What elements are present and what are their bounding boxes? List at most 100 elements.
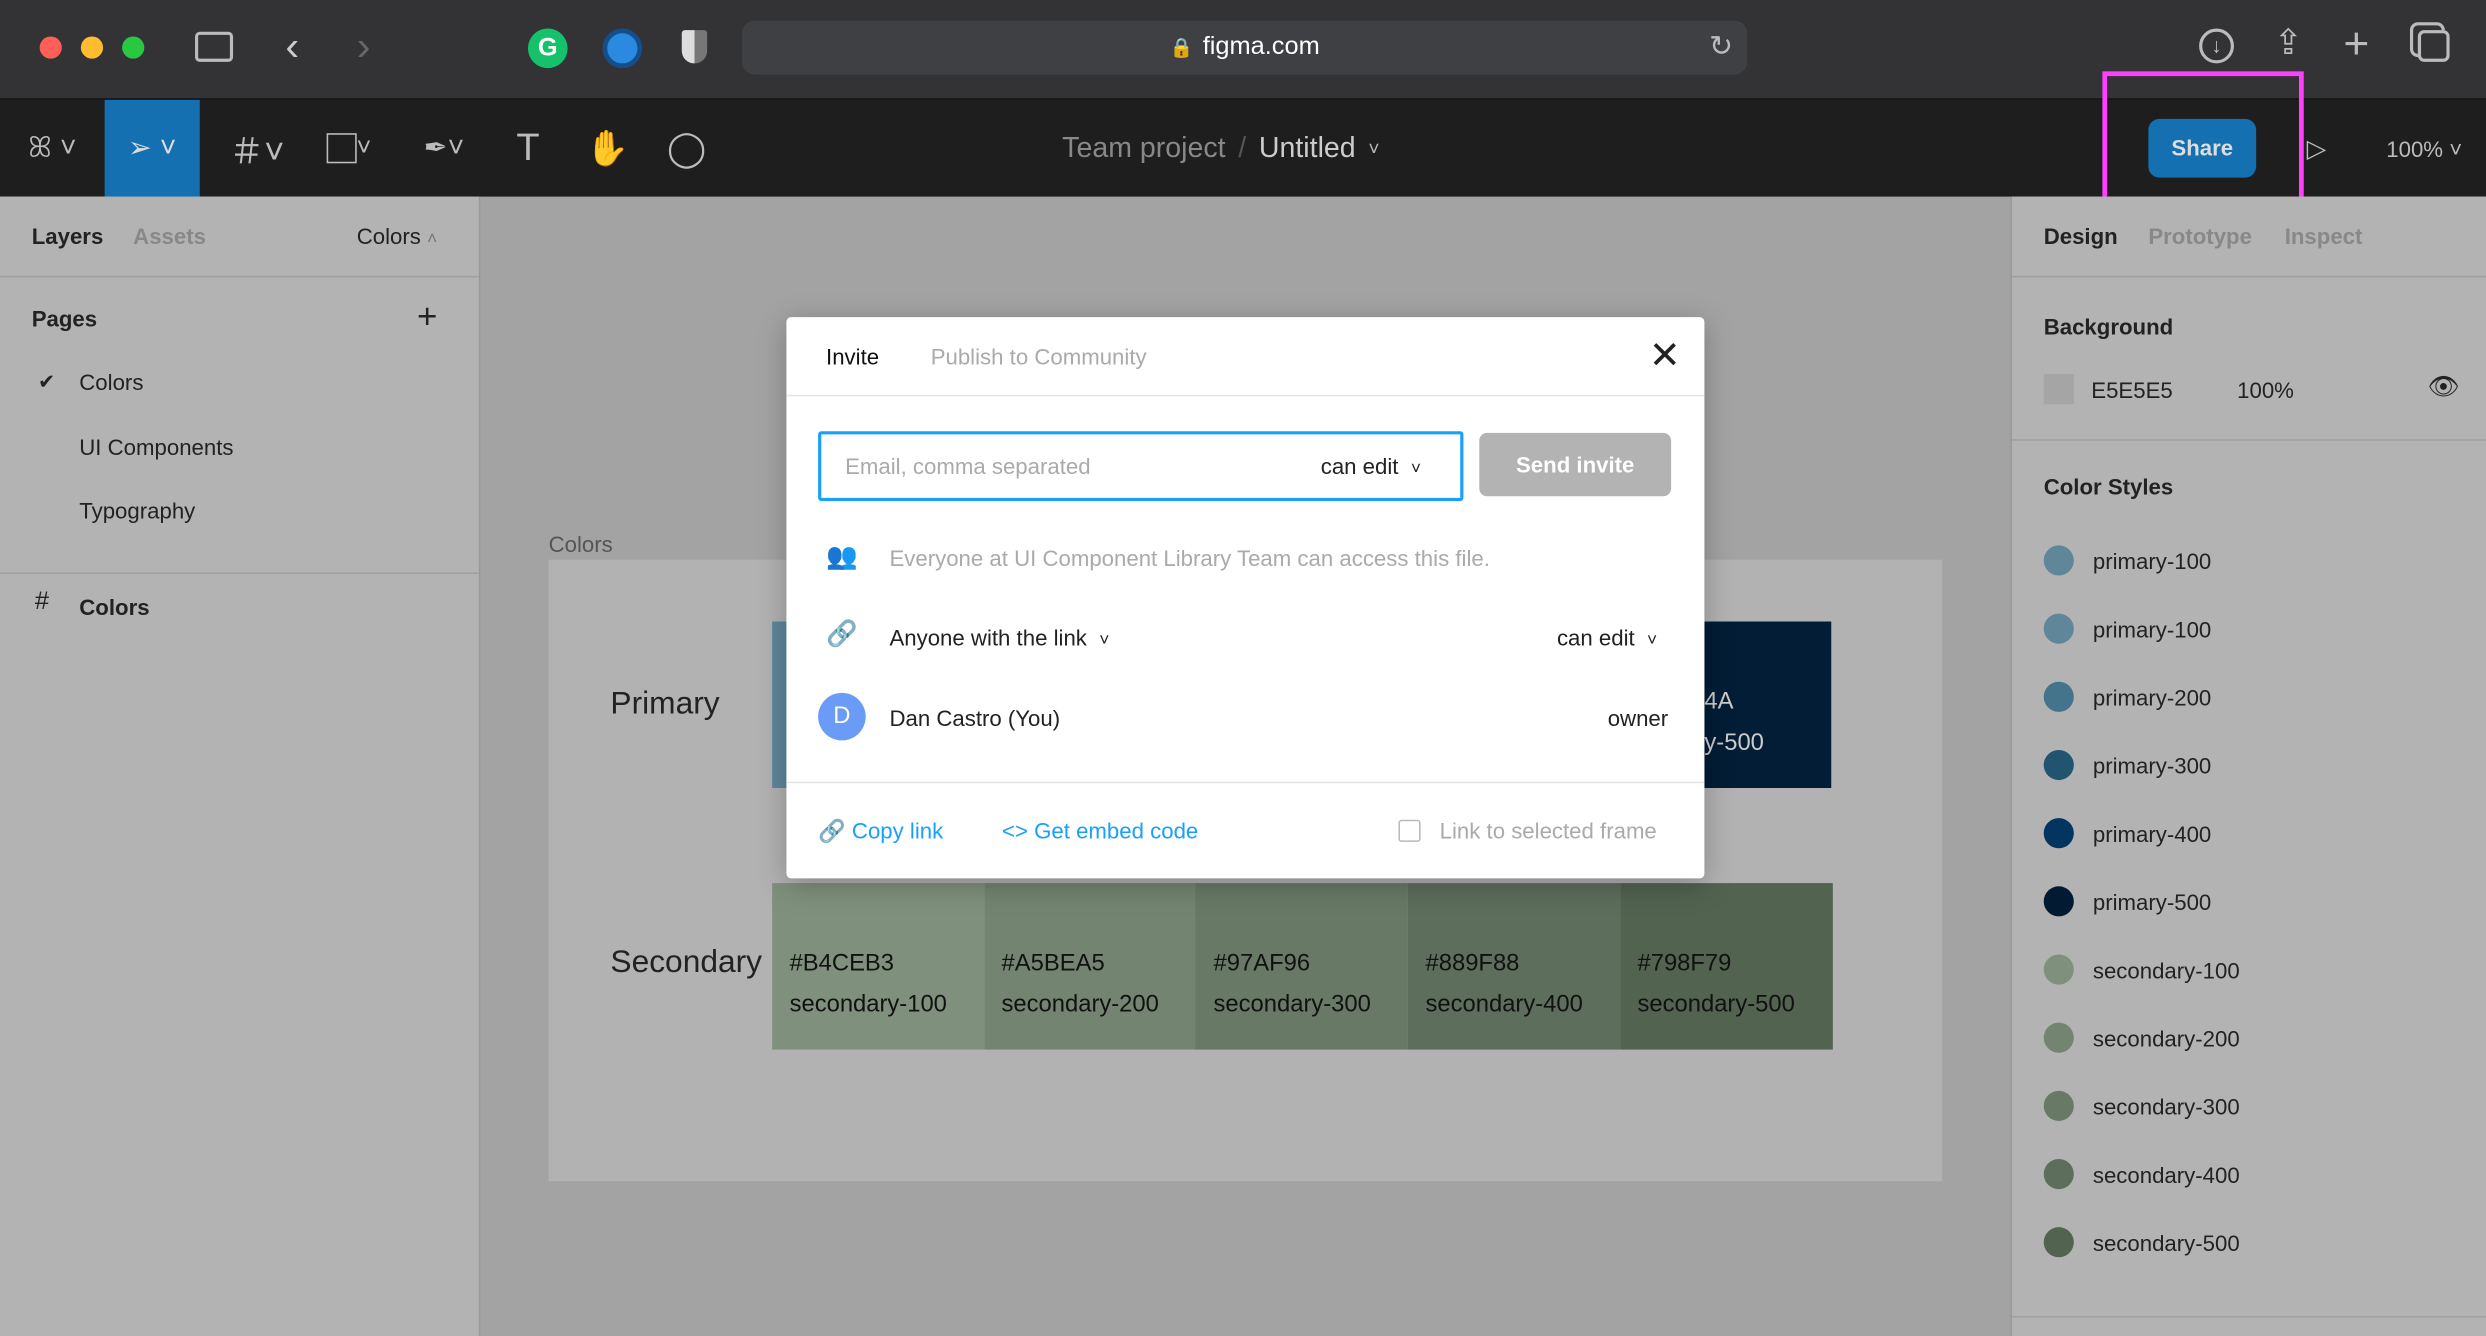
color-style-item[interactable]: secondary-400 [2043,1159,2240,1190]
reload-icon[interactable]: ↻ [1709,30,1733,63]
color-swatch[interactable]: #A5BEA5 secondary-200 [984,883,1197,1050]
project-name[interactable]: Team project [1062,132,1225,165]
page-item-typography[interactable]: Typography [79,498,195,523]
share-icon[interactable]: ⇪ [2274,22,2303,63]
color-style-item[interactable]: primary-300 [2043,749,2211,781]
color-style-item[interactable]: secondary-100 [2043,954,2240,985]
color-dot-icon [2043,1090,2074,1121]
user-name: Dan Castro (You) [889,705,1061,731]
color-swatch[interactable]: #97AF96 secondary-300 [1196,883,1409,1050]
tab-inspect[interactable]: Inspect [2285,224,2363,249]
maximize-window-button[interactable] [122,36,145,59]
color-style-item[interactable]: secondary-500 [2043,1227,2240,1258]
chevron-down-icon: ˅ [1099,631,1110,651]
email-field[interactable]: Email, comma separated can edit ˅ [818,431,1464,502]
page-item-colors[interactable]: Colors [79,369,143,394]
tabs-icon[interactable] [2417,30,2450,62]
zoom-dropdown[interactable]: 100% ˅ [2375,100,2473,197]
color-swatch[interactable]: 4A y-500 [1704,621,1832,788]
color-style-item[interactable]: secondary-200 [2043,1022,2240,1053]
send-invite-button[interactable]: Send invite [1479,432,1672,497]
color-style-name: primary-400 [2092,820,2212,846]
background-hex[interactable]: E5E5E5 [2091,377,2172,402]
right-panel: Design Prototype Inspect Background E5E5… [2010,196,2486,1336]
email-placeholder: Email, comma separated [845,453,1091,479]
invite-permission-dropdown[interactable]: can edit ˅ [1321,453,1421,478]
color-style-name: primary-100 [2092,547,2212,574]
color-dot-icon [2043,545,2074,576]
rectangle-tool-icon[interactable]: ˅ [311,100,387,197]
color-styles-heading: Color Styles [2043,474,2174,500]
copy-link-label: Copy link [851,818,944,844]
background-swatch[interactable] [2043,374,2074,405]
embed-code-button[interactable]: <> Get embed code [1002,818,1198,843]
chevron-down-icon: ˅ [1368,137,1380,160]
page-item-ui-components[interactable]: UI Components [79,434,233,459]
tab-design[interactable]: Design [2044,224,2118,249]
pen-tool-icon[interactable]: ✒˅ [406,100,482,197]
link-frame-checkbox[interactable] [1398,819,1421,842]
color-swatch[interactable]: #B4CEB3 secondary-100 [772,883,985,1050]
link-icon: 🔗 [826,621,858,649]
background-opacity[interactable]: 100% [2237,377,2294,402]
secondary-row: #B4CEB3 secondary-100 #A5BEA5 secondary-200… [772,883,1833,1050]
1password-icon[interactable] [602,28,643,69]
color-style-item[interactable]: primary-200 [2043,681,2212,712]
team-access-note: Everyone at UI Component Library Team ca… [889,545,1490,571]
file-name[interactable]: Untitled [1259,132,1356,165]
color-style-name: secondary-100 [2092,956,2240,983]
comment-tool-icon[interactable]: ◯ [663,100,711,197]
privacy-shield-icon[interactable] [681,30,708,64]
color-style-item[interactable]: primary-400 [2043,818,2212,849]
address-bar[interactable]: 🔒 figma.com [742,20,1748,75]
text-tool-icon[interactable]: T [504,100,552,197]
color-style-name: primary-100 [2092,615,2212,642]
url-text: figma.com [1202,33,1320,61]
copy-link-button[interactable]: 🔗 Copy link [818,818,943,845]
present-icon[interactable]: ▷ [2296,100,2337,197]
color-style-item[interactable]: secondary-300 [2043,1090,2240,1121]
file-title[interactable]: Team project / Untitled ˅ [1015,100,1427,197]
close-window-button[interactable] [39,36,62,59]
layer-item-colors[interactable]: Colors [79,595,149,620]
tab-assets[interactable]: Assets [133,224,206,249]
add-page-icon[interactable]: + [417,296,437,337]
color-style-item[interactable]: primary-100 [2043,545,2212,576]
link-access-label: Anyone with the link [889,624,1087,651]
color-style-name: primary-200 [2092,684,2212,710]
eye-icon[interactable]: 👁 [2427,371,2459,403]
move-tool-icon[interactable]: ➢ ˅ [104,99,200,197]
color-swatch[interactable]: #889F88 secondary-400 [1408,883,1621,1050]
permission-label: can edit [1320,453,1399,479]
page-selector-label: Colors [356,223,421,249]
swatch-name: secondary-400 [1425,990,1583,1018]
color-style-name: secondary-200 [2092,1025,2240,1051]
row-label-primary: Primary [610,686,720,722]
minimize-window-button[interactable] [80,36,104,59]
forward-icon[interactable]: › [357,22,371,71]
color-style-item[interactable]: primary-100 [2043,613,2212,644]
back-icon[interactable]: ‹ [285,22,299,71]
link-access-dropdown[interactable]: Anyone with the link ˅ [889,625,1109,650]
hand-tool-icon[interactable]: ✋ [580,100,634,197]
color-style-item[interactable]: primary-500 [2043,886,2211,917]
lock-icon: 🔒 [1169,36,1194,59]
page-selector[interactable]: Colors ˄ [357,224,438,249]
frame-label[interactable]: Colors [549,531,613,556]
swatch-name: secondary-500 [1637,990,1795,1018]
link-permission-dropdown[interactable]: can edit ˅ [1557,625,1657,650]
new-tab-icon[interactable]: + [2343,19,2369,70]
color-swatch[interactable]: #798F79 secondary-500 [1620,883,1833,1050]
frame-tool-icon[interactable]: ＃˅ [219,100,295,197]
sidebar-icon[interactable] [195,31,234,62]
figma-menu-icon[interactable]: ꕤ ˅ [13,100,92,197]
grammarly-icon[interactable]: G [527,28,568,69]
tab-publish-community[interactable]: Publish to Community [931,344,1147,369]
tab-layers[interactable]: Layers [32,224,104,249]
tab-invite[interactable]: Invite [826,344,879,369]
download-icon[interactable]: ↓ [2199,28,2234,64]
close-icon[interactable]: ✕ [1649,333,1681,379]
swatch-hex: #A5BEA5 [1001,949,1105,977]
swatch-hex: 4A [1704,688,1734,716]
tab-prototype[interactable]: Prototype [2148,224,2252,249]
